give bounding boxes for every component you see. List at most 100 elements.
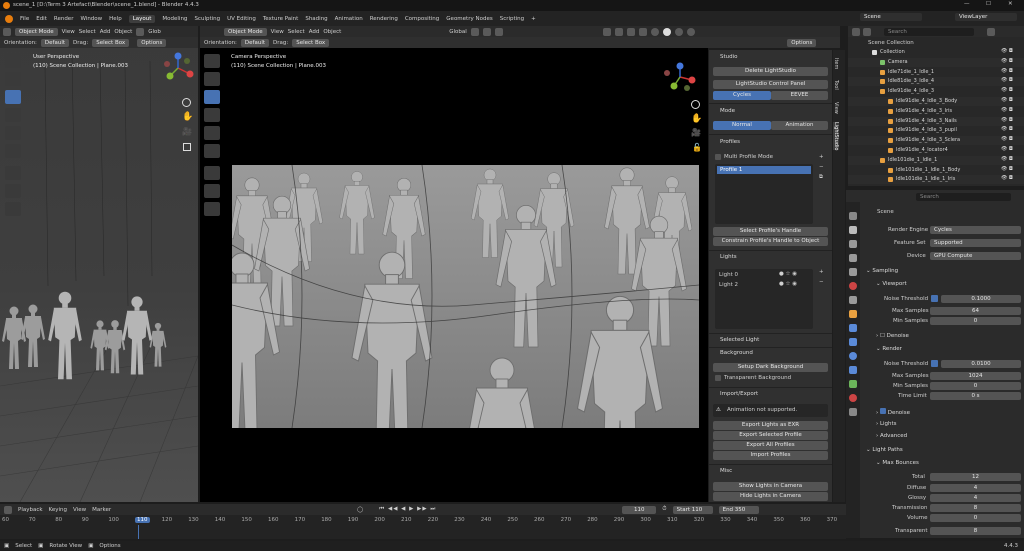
physics-props-icon[interactable] <box>849 352 857 360</box>
visibility-eye-icon[interactable]: 👁 ◘ <box>1001 146 1013 152</box>
center-orientation-dropdown[interactable]: Default <box>240 38 270 47</box>
transparent-field[interactable]: 8 <box>930 527 1021 535</box>
light-paths-panel-header[interactable]: ⌄ Light Paths <box>866 447 903 453</box>
left-grid-icon[interactable] <box>183 143 191 151</box>
select-profile-handle-button[interactable]: Select Profile's Handle <box>713 227 828 236</box>
outliner-row[interactable]: Idle101die_1_Idle_1_Iris 👁 ◘ <box>848 175 1024 185</box>
center-options-dropdown[interactable]: Options <box>787 38 817 47</box>
snap-icon[interactable] <box>482 27 491 36</box>
timeline-type-icon[interactable] <box>4 505 12 514</box>
cursor-tool-icon[interactable] <box>5 72 21 86</box>
left-options-dropdown[interactable]: Options <box>137 38 167 47</box>
viewport-subpanel-header[interactable]: ⌄ Viewport <box>876 281 907 287</box>
c-annotate-tool-icon[interactable] <box>204 166 220 180</box>
light-2-item[interactable]: Light 2 <box>719 282 738 288</box>
vp-noise-field[interactable]: 0.1000 <box>941 295 1021 303</box>
r-min-field[interactable]: 0 <box>930 382 1021 390</box>
center-drag-dropdown[interactable]: Select Box <box>292 38 330 47</box>
center-mode-dropdown[interactable]: Object Mode <box>224 27 267 36</box>
outliner-row[interactable]: Idle101die_1_Idle_1_Body 👁 ◘ <box>848 166 1024 175</box>
tab-compositing[interactable]: Compositing <box>405 16 439 22</box>
left-navigation-gizmo[interactable] <box>162 52 196 86</box>
timeline-marker-menu[interactable]: Marker <box>92 507 111 513</box>
center-pan-icon[interactable]: ✋ <box>691 114 702 124</box>
export-all-button[interactable]: Export All Profiles <box>713 441 828 450</box>
properties-search[interactable]: Search <box>916 193 1011 201</box>
c-select-tool-icon[interactable] <box>204 54 220 68</box>
mode-animation-toggle[interactable]: Animation <box>771 121 828 130</box>
start-frame-field[interactable]: Start 110 <box>672 505 713 514</box>
tab-sculpting[interactable]: Sculpting <box>194 16 220 22</box>
vp-min-field[interactable]: 0 <box>930 317 1021 325</box>
selected-light-header[interactable]: Selected Light <box>720 337 759 343</box>
visibility-eye-icon[interactable]: 👁 ◘ <box>1001 156 1013 162</box>
annotate-tool-icon[interactable] <box>5 166 21 180</box>
outliner-row[interactable]: Idle81die_3_Idle_4 👁 ◘ <box>848 77 1024 87</box>
tab-tool[interactable]: Tool <box>833 80 839 90</box>
left-menu-object[interactable]: Object <box>114 29 132 35</box>
editor-type-icon[interactable] <box>3 27 11 36</box>
move-tool-icon[interactable] <box>5 90 21 104</box>
visibility-eye-icon[interactable]: 👁 ◘ <box>1001 87 1013 93</box>
outliner-row[interactable]: Idle71die_1_Idle_1 👁 ◘ <box>848 68 1024 77</box>
timeline-playback-menu[interactable]: Playback <box>18 507 43 513</box>
visibility-icon[interactable] <box>602 27 611 36</box>
view-layer-selector[interactable]: ViewLayer <box>955 13 1017 21</box>
data-props-icon[interactable] <box>849 380 857 388</box>
remove-light-icon[interactable]: − <box>819 279 824 285</box>
constraints-props-icon[interactable] <box>849 366 857 374</box>
left-drag-dropdown[interactable]: Select Box <box>92 38 130 47</box>
r-noise-checkbox[interactable] <box>931 360 938 367</box>
wireframe-shading-icon[interactable] <box>650 27 659 36</box>
c-rotate-tool-icon[interactable] <box>204 108 220 122</box>
menu-render[interactable]: Render <box>54 16 74 22</box>
tab-lightstudio[interactable]: LightStudio <box>833 122 839 151</box>
left-menu-select[interactable]: Select <box>79 29 96 35</box>
copy-profile-icon[interactable]: ⧉ <box>819 174 823 181</box>
r-denoise-header[interactable]: › Denoise <box>876 408 910 416</box>
center-navigation-gizmo[interactable] <box>660 62 700 92</box>
tab-shading[interactable]: Shading <box>305 16 327 22</box>
lightstudio-control-panel-button[interactable]: LightStudio Control Panel <box>713 80 828 89</box>
vp-noise-checkbox[interactable] <box>931 295 938 302</box>
world-props-icon[interactable] <box>849 282 857 290</box>
select-tool-icon[interactable] <box>5 54 21 68</box>
outliner-row[interactable]: Idle91die_4_Idle_3 👁 ◘ <box>848 87 1024 96</box>
render-props-icon[interactable] <box>849 226 857 234</box>
end-frame-field[interactable]: End 350 <box>718 505 759 514</box>
diffuse-field[interactable]: 4 <box>930 484 1021 492</box>
outliner-row[interactable]: Idle91die_4_locator4 👁 ◘ <box>848 146 1024 155</box>
tab-layout[interactable]: Layout <box>128 14 156 23</box>
c-add-cube-tool-icon[interactable] <box>204 202 220 216</box>
render-subpanel-header[interactable]: ⌄ Render <box>876 346 902 352</box>
vp-denoise-header[interactable]: › ☐ Denoise <box>876 333 909 339</box>
tab-texture-paint[interactable]: Texture Paint <box>263 16 299 22</box>
outliner-row[interactable]: Idle101die_1_Idle_1 👁 ◘ <box>848 155 1024 165</box>
close-button[interactable]: ✕ <box>1008 1 1013 7</box>
visibility-eye-icon[interactable]: 👁 ◘ <box>1001 97 1013 103</box>
outliner-row[interactable]: Idle91die_4_Idle_3_Body 👁 ◘ <box>848 97 1024 106</box>
tab-geometry-nodes[interactable]: Geometry Nodes <box>446 16 492 22</box>
left-viewport[interactable] <box>0 26 198 502</box>
visibility-eye-icon[interactable]: 👁 ◘ <box>1001 77 1013 83</box>
transparent-bg-checkbox[interactable] <box>715 375 721 381</box>
minimize-button[interactable]: — <box>964 1 970 7</box>
blender-menu-icon[interactable] <box>5 14 13 23</box>
filter-icon[interactable] <box>987 27 995 36</box>
gizmo-toggle-icon[interactable] <box>614 27 623 36</box>
modifier-props-icon[interactable] <box>849 324 857 332</box>
timeline-ruler[interactable]: 60 70 80 90 100 110 120 130 140 150 160 170 180 190 20… <box>0 515 846 539</box>
add-workspace-icon[interactable]: + <box>531 16 536 22</box>
import-export-header[interactable]: Import/Export <box>720 391 758 397</box>
left-zoom-icon[interactable] <box>182 98 191 107</box>
c-transform-tool-icon[interactable] <box>204 144 220 158</box>
tool-props-icon[interactable] <box>849 212 857 220</box>
solid-shading-icon[interactable] <box>662 27 671 36</box>
add-cube-tool-icon[interactable] <box>5 202 21 216</box>
transform-tool-icon[interactable] <box>5 144 21 158</box>
r-noise-field[interactable]: 0.0100 <box>941 360 1021 368</box>
left-mode-dropdown[interactable]: Object Mode <box>15 27 58 36</box>
outliner-row[interactable]: Idle91die_4_Idle_3_Sclera 👁 ◘ <box>848 136 1024 146</box>
outliner-row[interactable]: Idle91die_4_Idle_3_Nails 👁 ◘ <box>848 116 1024 126</box>
visibility-eye-icon[interactable]: 👁 ◘ <box>1001 107 1013 113</box>
